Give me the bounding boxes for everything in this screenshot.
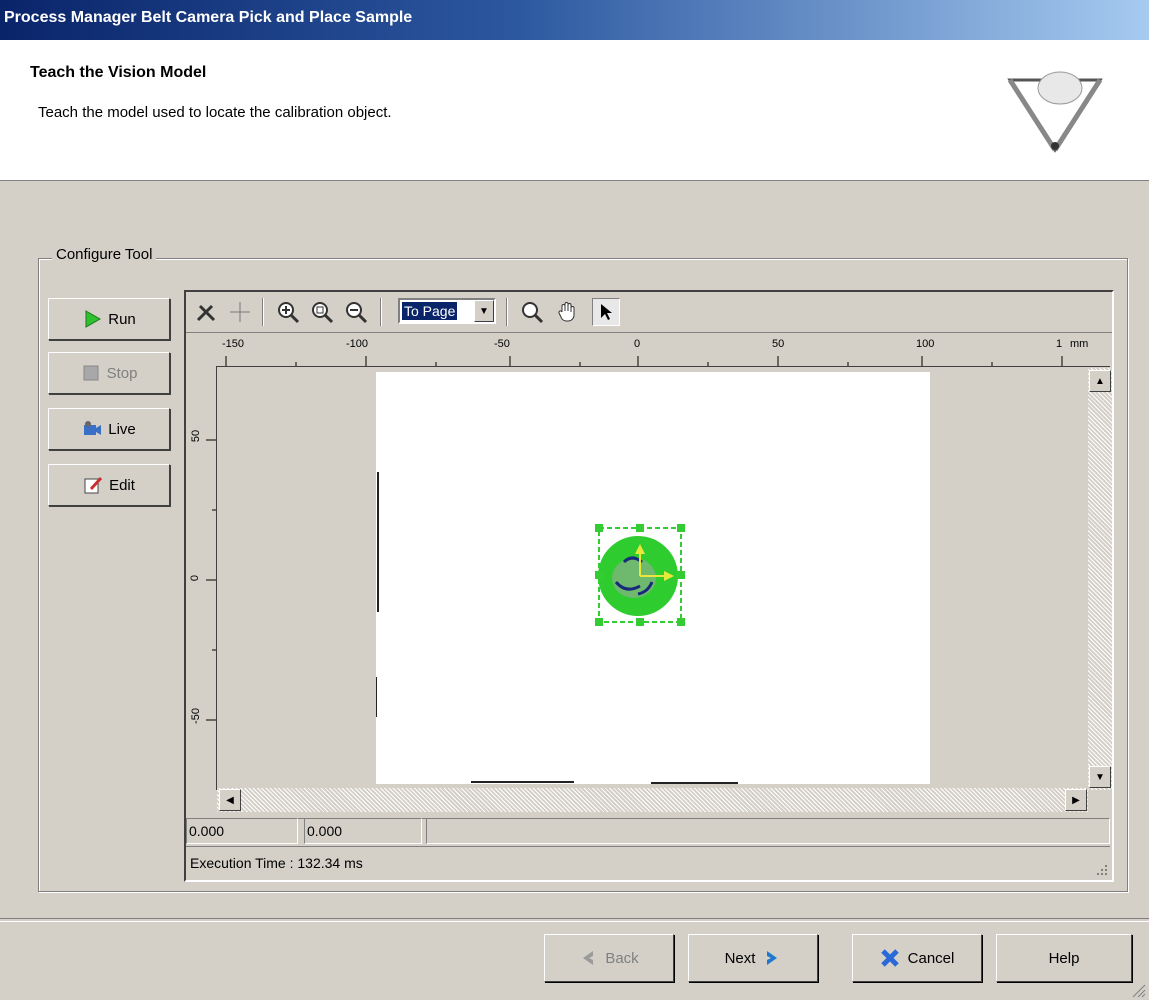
back-label: Back xyxy=(605,949,639,967)
zoom-select[interactable]: To Page ▼ xyxy=(398,298,496,324)
ruler-tick: 0 xyxy=(634,338,641,350)
help-button[interactable]: Help xyxy=(996,934,1132,982)
ruler-tick: 50 xyxy=(772,338,785,350)
horizontal-scrollbar[interactable]: ◀ ▶ xyxy=(217,788,1088,812)
footer-separator xyxy=(0,918,1149,922)
scroll-down-icon[interactable]: ▼ xyxy=(1089,766,1111,788)
stop-icon xyxy=(83,365,99,381)
pointer-icon[interactable] xyxy=(592,298,620,326)
ruler-tick: -150 xyxy=(222,338,245,350)
page-subtitle: Teach the model used to locate the calib… xyxy=(38,104,392,121)
page-title: Teach the Vision Model xyxy=(30,64,207,81)
zoom-in-icon[interactable] xyxy=(274,298,302,326)
scroll-right-icon[interactable]: ▶ xyxy=(1065,789,1087,811)
zoom-select-value: To Page xyxy=(402,302,458,320)
toolbar-separator xyxy=(380,298,382,326)
live-button[interactable]: Live xyxy=(48,408,170,450)
x-coordinate: 0.000 xyxy=(186,818,298,844)
window-resize-grip-icon[interactable] xyxy=(1130,982,1146,998)
chevron-down-icon[interactable]: ▼ xyxy=(474,300,494,322)
live-label: Live xyxy=(108,420,136,438)
stop-button[interactable]: Stop xyxy=(48,352,170,394)
ruler-left: 50 0 -50 xyxy=(186,366,217,790)
execution-time: Execution Time : 132.34 ms xyxy=(186,846,1110,880)
ruler-unit: mm xyxy=(1070,338,1089,350)
status-message-cell xyxy=(426,818,1110,844)
cancel-x-icon xyxy=(880,949,899,967)
edit-label: Edit xyxy=(109,476,135,494)
zoom-out-icon[interactable] xyxy=(342,298,370,326)
next-button[interactable]: Next xyxy=(688,934,818,982)
scroll-left-icon[interactable]: ◀ xyxy=(219,789,241,811)
ruler-left-ticks xyxy=(206,439,216,721)
ruler-top: -150 -100 -50 0 50 100 1 mm xyxy=(216,336,1110,367)
zoom-fit-icon[interactable] xyxy=(308,298,336,326)
magnifier-icon[interactable] xyxy=(518,298,546,326)
delta-robot-icon xyxy=(1007,71,1103,153)
ruler-top-ticks xyxy=(225,356,1063,366)
pan-hand-icon[interactable] xyxy=(554,298,582,326)
run-label: Run xyxy=(108,310,136,328)
next-label: Next xyxy=(724,949,756,967)
scroll-up-icon[interactable]: ▲ xyxy=(1089,370,1111,392)
configure-tool-label: Configure Tool xyxy=(52,246,157,263)
toolbar-separator xyxy=(506,298,508,326)
stop-label: Stop xyxy=(106,364,138,382)
resize-grip-icon[interactable] xyxy=(1096,864,1108,876)
ruler-tick: 0 xyxy=(189,574,202,582)
window-title: Process Manager Belt Camera Pick and Pla… xyxy=(0,0,1149,40)
crosshair-icon[interactable] xyxy=(226,298,254,326)
camera-icon xyxy=(84,421,102,435)
help-label: Help xyxy=(1048,949,1080,967)
cancel-button[interactable]: Cancel xyxy=(852,934,982,982)
model-overlay xyxy=(376,472,738,784)
run-button[interactable]: Run xyxy=(48,298,170,340)
ruler-tick: -50 xyxy=(494,338,510,350)
y-coordinate: 0.000 xyxy=(304,818,422,844)
edit-icon xyxy=(84,476,103,494)
ruler-tick: 100 xyxy=(916,338,935,350)
toolbar-separator xyxy=(262,298,264,326)
edit-button[interactable]: Edit xyxy=(48,464,170,506)
back-arrow-icon xyxy=(583,951,594,965)
tools-icon[interactable] xyxy=(192,298,220,326)
vertical-scrollbar[interactable]: ▲ ▼ xyxy=(1088,368,1112,790)
play-icon xyxy=(85,310,102,328)
cancel-label: Cancel xyxy=(907,949,955,967)
ruler-tick: -100 xyxy=(346,338,369,350)
ruler-tick: 50 xyxy=(190,429,203,443)
back-button[interactable]: Back xyxy=(544,934,674,982)
ruler-tick: -50 xyxy=(189,708,202,724)
ruler-tick: 1 xyxy=(1056,338,1063,350)
next-arrow-icon xyxy=(767,951,778,965)
